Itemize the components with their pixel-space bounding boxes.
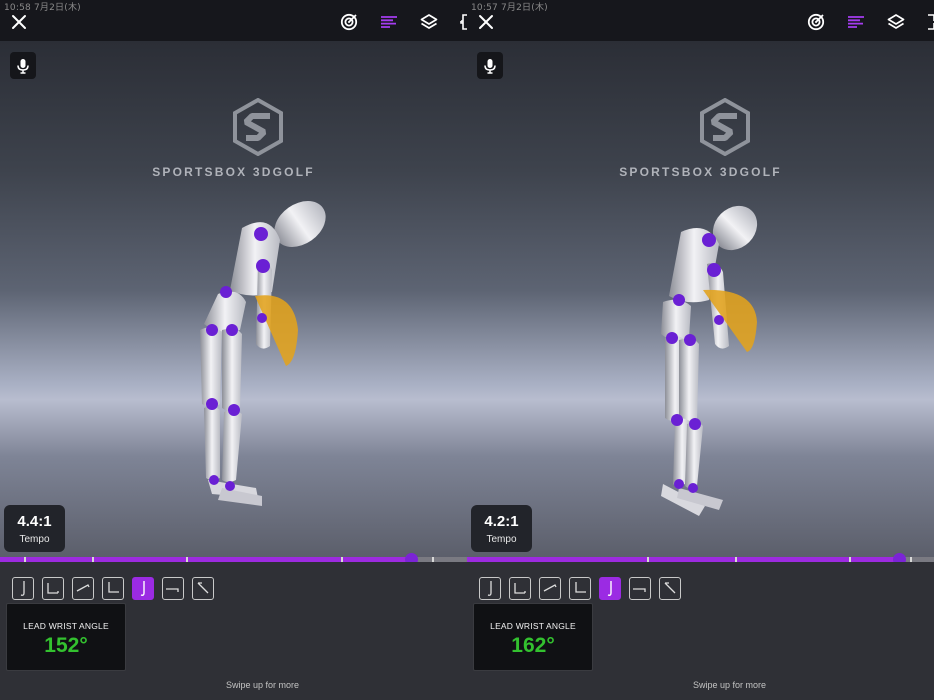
- position-button-halfway-back[interactable]: [72, 577, 94, 600]
- position-button-address[interactable]: [12, 577, 34, 600]
- metric-card[interactable]: LEAD WRIST ANGLE 162°: [473, 603, 593, 671]
- golfer-mannequin: [661, 205, 758, 516]
- metric-label: LEAD WRIST ANGLE: [490, 621, 576, 631]
- tempo-value: 4.2:1: [484, 513, 519, 530]
- metric-label: LEAD WRIST ANGLE: [23, 621, 109, 631]
- position-button-impact[interactable]: [132, 577, 154, 600]
- tempo-card: 4.4:1 Tempo: [4, 505, 65, 552]
- tempo-label: Tempo: [19, 534, 50, 545]
- position-button-address[interactable]: [479, 577, 501, 600]
- metric-value: 162°: [511, 634, 555, 657]
- position-button-halfway-through[interactable]: [162, 577, 184, 600]
- swipe-hint: Swipe up for more: [225, 680, 300, 690]
- position-button-takeaway[interactable]: [42, 577, 64, 600]
- left-pane: 10:58 7月2日(木) SPORTSBOX 3DGOLF 4.4:1 Tem…: [0, 0, 467, 700]
- metric-value: 152°: [44, 634, 88, 657]
- position-button-halfway-through[interactable]: [629, 577, 651, 600]
- tempo-card: 4.2:1 Tempo: [471, 505, 532, 552]
- tempo-value: 4.4:1: [17, 513, 52, 530]
- position-button-impact[interactable]: [599, 577, 621, 600]
- position-button-takeaway[interactable]: [509, 577, 531, 600]
- metric-card[interactable]: LEAD WRIST ANGLE 152°: [6, 603, 126, 671]
- position-button-halfway-back[interactable]: [539, 577, 561, 600]
- golfer-mannequin: [200, 201, 326, 506]
- tempo-label: Tempo: [486, 534, 517, 545]
- position-button-finish[interactable]: [192, 577, 214, 600]
- position-button-top[interactable]: [569, 577, 591, 600]
- right-pane: 10:57 7月2日(木) SPORTSBOX 3DGOLF 4.2:1 Tem…: [467, 0, 934, 700]
- swipe-hint: Swipe up for more: [692, 680, 767, 690]
- position-button-top[interactable]: [102, 577, 124, 600]
- position-button-finish[interactable]: [659, 577, 681, 600]
